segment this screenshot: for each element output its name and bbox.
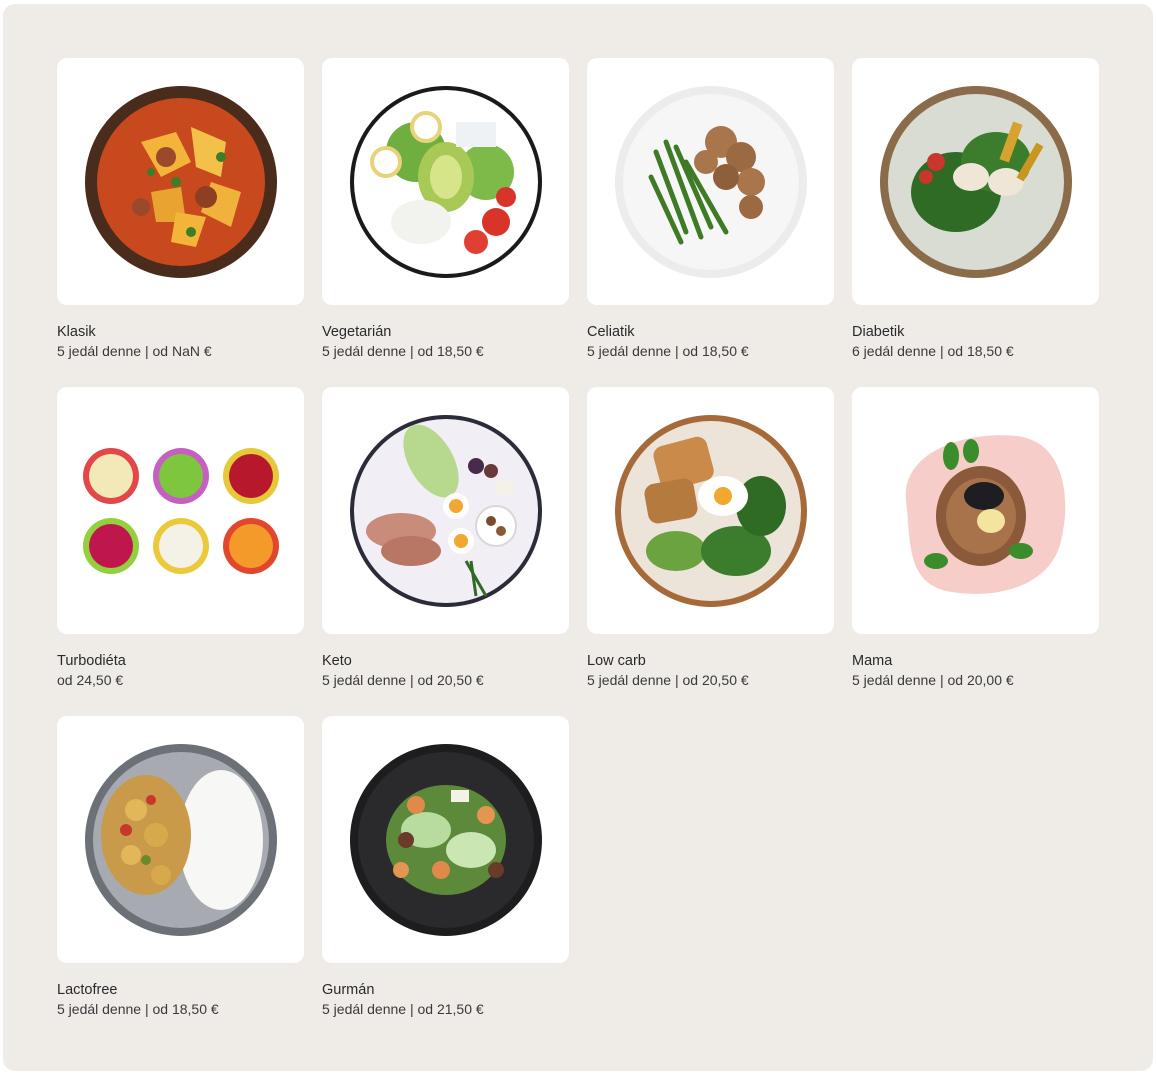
plan-image (587, 387, 834, 634)
plan-image (852, 387, 1099, 634)
plan-meta: 5 jedál denne | od NaN € (57, 343, 212, 359)
plan-name: Low carb (587, 653, 646, 669)
plan-card-keto[interactable]: Keto 5 jedál denne | od 20,50 € (322, 387, 569, 716)
plan-card-low-carb[interactable]: Low carb 5 jedál denne | od 20,50 € (587, 387, 834, 716)
plan-card-turbodieta[interactable]: Turbodiéta od 24,50 € (57, 387, 304, 716)
plan-meta: 5 jedál denne | od 18,50 € (587, 343, 749, 359)
plan-image (57, 716, 304, 963)
plan-card-klasik[interactable]: Klasik 5 jedál denne | od NaN € (57, 58, 304, 387)
plan-image (322, 716, 569, 963)
plan-image (852, 58, 1099, 305)
plan-image (587, 58, 834, 305)
greens-plate-icon (879, 85, 1072, 278)
pink-plate-icon (905, 434, 1065, 594)
keto-plate-icon (349, 414, 542, 607)
plan-image (322, 58, 569, 305)
shrimp-salad-plate-icon (349, 743, 542, 936)
salad-bowl-icon (349, 85, 542, 278)
plan-meta: od 24,50 € (57, 672, 124, 688)
plan-card-lactofree[interactable]: Lactofree 5 jedál denne | od 18,50 € (57, 716, 304, 1045)
plan-card-mama[interactable]: Mama 5 jedál denne | od 20,00 € (852, 387, 1099, 716)
plan-name: Gurmán (322, 982, 375, 998)
plan-name: Turbodiéta (57, 653, 126, 669)
plan-name: Vegetarián (322, 324, 392, 340)
rice-curry-plate-icon (84, 743, 277, 936)
plan-image (57, 387, 304, 634)
plan-name: Keto (322, 653, 352, 669)
plan-card-gurman[interactable]: Gurmán 5 jedál denne | od 21,50 € (322, 716, 569, 1045)
chicken-beans-plate-icon (614, 85, 807, 278)
plan-card-celiatik[interactable]: Celiatik 5 jedál denne | od 18,50 € (587, 58, 834, 387)
plan-grid: Klasik 5 jedál denne | od NaN € Vegetari… (57, 58, 1099, 1045)
menu-panel: Klasik 5 jedál denne | od NaN € Vegetari… (3, 4, 1153, 1071)
plan-name: Mama (852, 653, 893, 669)
plan-image (57, 58, 304, 305)
plan-meta: 6 jedál denne | od 18,50 € (852, 343, 1014, 359)
plan-meta: 5 jedál denne | od 18,50 € (57, 1001, 219, 1017)
plan-image (322, 387, 569, 634)
plan-name: Celiatik (587, 324, 635, 340)
plan-meta: 5 jedál denne | od 20,50 € (587, 672, 749, 688)
plan-name: Diabetik (852, 324, 905, 340)
plan-card-diabetik[interactable]: Diabetik 6 jedál denne | od 18,50 € (852, 58, 1099, 387)
egg-toast-plate-icon (614, 414, 807, 607)
plan-meta: 5 jedál denne | od 18,50 € (322, 343, 484, 359)
plan-card-vegetarian[interactable]: Vegetarián 5 jedál denne | od 18,50 € (322, 58, 569, 387)
plan-name: Klasik (57, 324, 96, 340)
plan-meta: 5 jedál denne | od 20,50 € (322, 672, 484, 688)
plan-meta: 5 jedál denne | od 21,50 € (322, 1001, 484, 1017)
soup-pots-icon (82, 447, 279, 574)
plan-name: Lactofree (57, 982, 118, 998)
stew-bowl-icon (84, 85, 277, 278)
plan-meta: 5 jedál denne | od 20,00 € (852, 672, 1014, 688)
